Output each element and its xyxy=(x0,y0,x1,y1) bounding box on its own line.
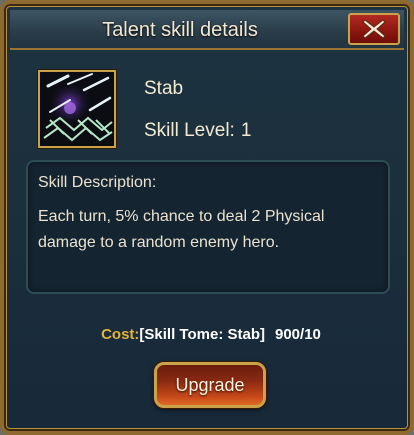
talent-skill-details-dialog: Talent skill details Stab Skill Level: 1… xyxy=(0,0,414,435)
skill-icon-frame xyxy=(38,70,116,148)
dialog-title: Talent skill details xyxy=(102,19,258,41)
skill-name: Stab xyxy=(144,78,184,99)
close-button[interactable] xyxy=(348,13,400,45)
cost-label: Cost: xyxy=(101,326,140,343)
upgrade-button[interactable]: Upgrade xyxy=(154,362,266,408)
cost-row: Cost:[Skill Tome: Stab] 900/10 xyxy=(4,326,410,343)
cost-item: [Skill Tome: Stab] xyxy=(139,326,265,343)
skill-description-title: Skill Description: xyxy=(38,174,157,191)
skill-level: Skill Level: 1 xyxy=(144,120,251,142)
skill-description-panel: Skill Description: Each turn, 5% chance … xyxy=(26,160,390,294)
cost-count: 900/10 xyxy=(275,326,321,343)
skill-level-label: Skill Level: xyxy=(144,120,235,141)
skill-level-value: 1 xyxy=(240,120,252,141)
title-bar: Talent skill details xyxy=(10,10,404,50)
skill-description-text: Each turn, 5% chance to deal 2 Physical … xyxy=(38,208,325,251)
crossed-blades-icon xyxy=(40,72,114,146)
close-icon xyxy=(362,19,386,39)
